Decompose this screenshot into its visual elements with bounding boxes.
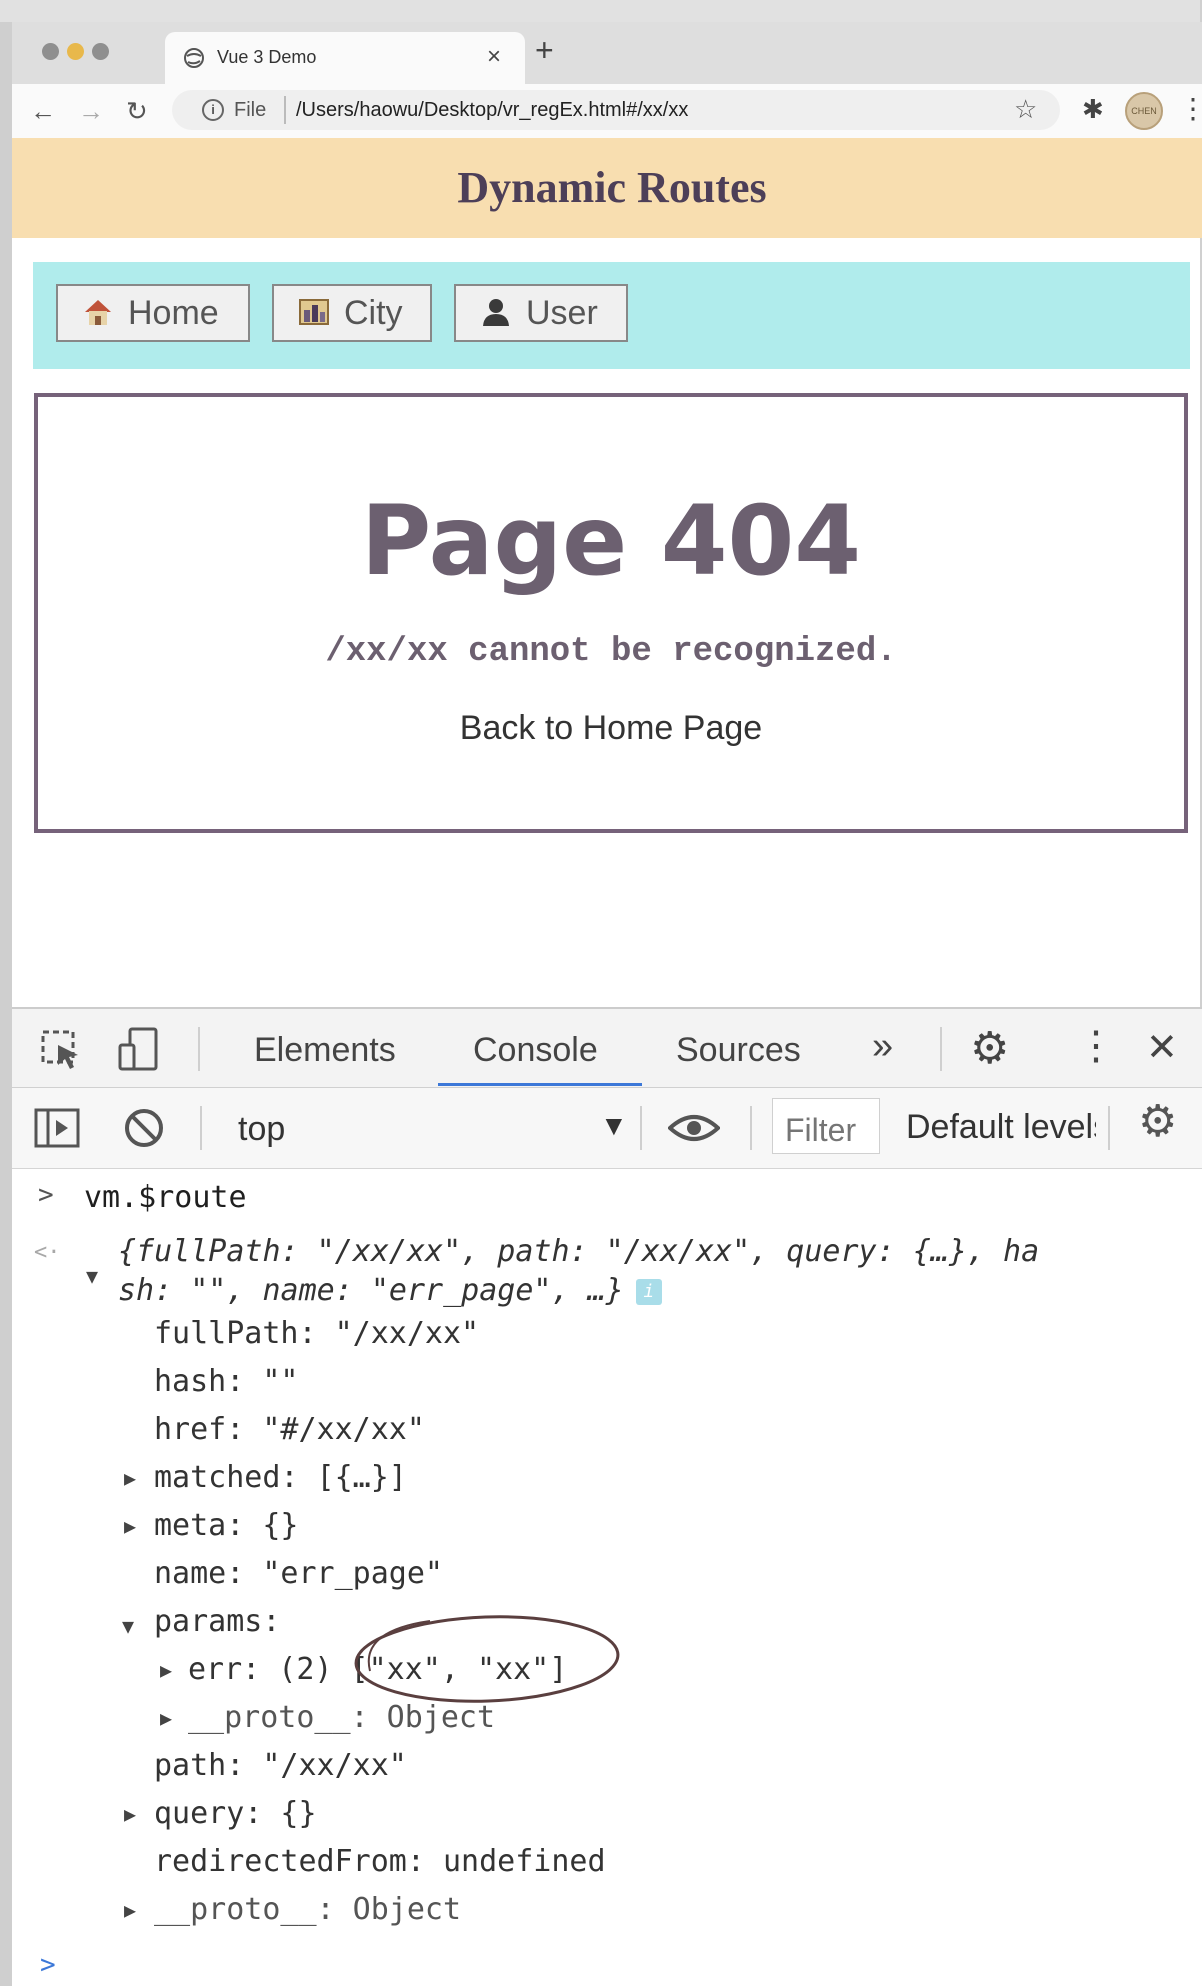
browser-toolbar: ← → ↻ i File /Users/haowu/Desktop/vr_reg… bbox=[12, 84, 1202, 150]
house-icon bbox=[85, 300, 111, 325]
console-filter-input[interactable] bbox=[772, 1098, 880, 1154]
console-toolbar: top ▼ Default levels ⚙ bbox=[12, 1088, 1202, 1169]
nav-city-button[interactable]: City bbox=[272, 284, 432, 342]
show-sidebar-icon[interactable] bbox=[34, 1108, 80, 1148]
window-top-edge bbox=[0, 0, 1202, 22]
back-home-link[interactable]: Back to Home Page bbox=[38, 709, 1184, 748]
url-divider bbox=[284, 96, 286, 124]
annotation-circle bbox=[354, 1615, 620, 1703]
device-toolbar-icon[interactable] bbox=[116, 1027, 162, 1073]
tab-elements[interactable]: Elements bbox=[254, 1031, 396, 1070]
nav-user-button[interactable]: User bbox=[454, 284, 628, 342]
more-tabs-chevron-icon[interactable]: » bbox=[872, 1025, 893, 1068]
console-settings-gear-icon[interactable]: ⚙ bbox=[1138, 1096, 1177, 1147]
inspect-element-icon[interactable] bbox=[40, 1029, 84, 1073]
browser-tab[interactable]: Vue 3 Demo × bbox=[165, 32, 525, 84]
nav-user-label: User bbox=[526, 294, 598, 332]
app-title: Dynamic Routes bbox=[457, 163, 767, 212]
nav-home-button[interactable]: Home bbox=[56, 284, 250, 342]
customize-menu-icon[interactable]: ⋮ bbox=[1076, 1023, 1116, 1069]
reload-icon[interactable]: ↻ bbox=[126, 96, 148, 127]
toolbar-divider bbox=[200, 1106, 202, 1150]
extensions-puzzle-icon[interactable]: ✱ bbox=[1082, 94, 1104, 125]
window-close-light[interactable] bbox=[42, 43, 59, 60]
back-arrow-icon[interactable]: ← bbox=[30, 96, 56, 127]
browser-menu-icon[interactable]: ⋮ bbox=[1179, 92, 1202, 125]
nav-bar: Home City User bbox=[33, 262, 1190, 369]
window-left-edge bbox=[0, 0, 12, 1986]
toolbar-divider bbox=[198, 1027, 200, 1071]
devtools-panel: Elements Console Sources » ⚙ ⋮ ✕ top ▼ F… bbox=[12, 1007, 1202, 1988]
devtools-tab-bar: Elements Console Sources » ⚙ ⋮ ✕ bbox=[12, 1009, 1202, 1088]
user-silhouette-icon bbox=[483, 299, 509, 326]
context-label: top bbox=[238, 1110, 286, 1148]
settings-gear-icon[interactable]: ⚙ bbox=[970, 1023, 1009, 1074]
url-text[interactable]: /Users/haowu/Desktop/vr_regEx.html#/xx/x… bbox=[296, 99, 688, 122]
browser-tab-strip: Vue 3 Demo × + bbox=[12, 22, 1202, 84]
active-tab-indicator bbox=[438, 1083, 642, 1086]
not-recognized-message: /xx/xx cannot be recognized. bbox=[325, 633, 897, 671]
address-bar[interactable]: i File /Users/haowu/Desktop/vr_regEx.htm… bbox=[172, 90, 1060, 130]
live-expression-eye-icon[interactable] bbox=[668, 1112, 720, 1144]
close-devtools-icon[interactable]: ✕ bbox=[1146, 1025, 1178, 1070]
bookmark-star-icon[interactable]: ☆ bbox=[1014, 94, 1037, 125]
window-minimize-light[interactable] bbox=[67, 43, 84, 60]
page-404-heading: Page 404 bbox=[360, 485, 862, 597]
forward-arrow-icon[interactable]: → bbox=[78, 96, 104, 127]
tab-console[interactable]: Console bbox=[473, 1031, 598, 1070]
context-selector[interactable]: top ▼ bbox=[226, 1098, 646, 1156]
router-view-box: Page 404 /xx/xx cannot be recognized. Ba… bbox=[34, 393, 1188, 833]
city-picture-icon bbox=[299, 299, 329, 325]
tab-title: Vue 3 Demo bbox=[217, 47, 317, 67]
window-zoom-light[interactable] bbox=[92, 43, 109, 60]
tab-close-icon[interactable]: × bbox=[487, 43, 501, 71]
app-header: Dynamic Routes bbox=[12, 138, 1202, 238]
profile-avatar[interactable]: CHEN WUXI bbox=[1125, 92, 1163, 150]
info-icon[interactable]: i bbox=[202, 99, 224, 121]
nav-home-label: Home bbox=[128, 294, 219, 332]
toolbar-divider bbox=[940, 1027, 942, 1071]
toolbar-divider bbox=[640, 1106, 642, 1150]
nav-city-label: City bbox=[344, 294, 403, 332]
dropdown-caret-icon: ▼ bbox=[600, 1110, 628, 1141]
toolbar-divider bbox=[750, 1106, 752, 1150]
toolbar-divider bbox=[1108, 1106, 1110, 1150]
log-levels-dropdown[interactable]: Default levels bbox=[906, 1108, 1096, 1147]
clear-console-icon[interactable] bbox=[122, 1106, 166, 1150]
globe-icon bbox=[184, 48, 204, 68]
tab-sources[interactable]: Sources bbox=[676, 1031, 801, 1070]
new-tab-icon[interactable]: + bbox=[535, 34, 554, 66]
url-scheme-label: File bbox=[234, 99, 267, 121]
